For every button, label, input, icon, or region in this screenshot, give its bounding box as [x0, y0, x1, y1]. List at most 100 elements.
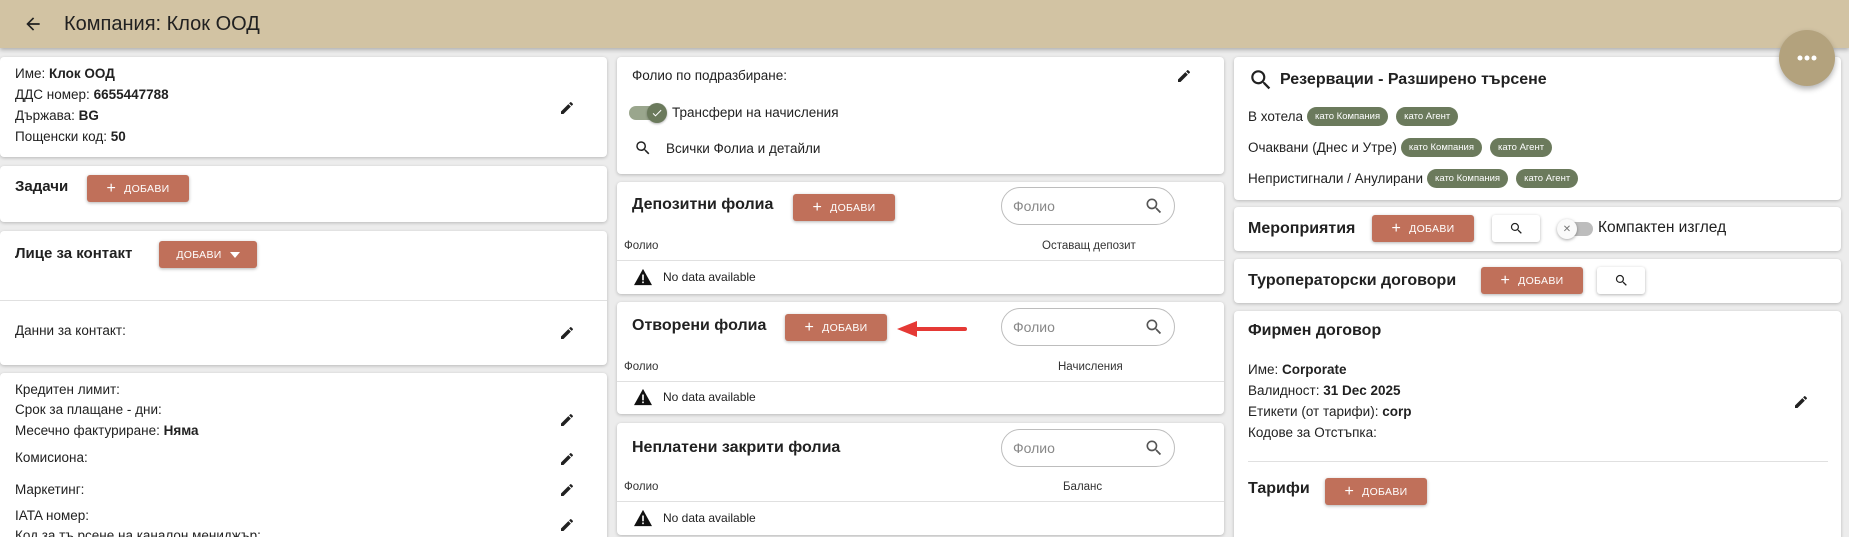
unpaid-folio-search[interactable]: [1001, 429, 1175, 467]
more-actions-button[interactable]: [1779, 30, 1835, 86]
reservations-header: Резервации - Разширено търсене: [1248, 67, 1547, 93]
caret-down-icon: [229, 251, 240, 258]
back-button[interactable]: [18, 9, 48, 39]
as-company-chip[interactable]: като Компания: [1307, 107, 1389, 126]
empty-state: No data available: [633, 509, 756, 527]
contact-data-label: Данни за контакт:: [15, 323, 126, 338]
deposit-folio-search-input[interactable]: [1013, 198, 1133, 214]
column-header-remaining-deposit: Оставащ депозит: [1042, 240, 1136, 252]
search-icon: [1251, 70, 1271, 90]
commission: Комисиона:: [15, 450, 88, 465]
tour-operator-title: Туроператорски договори: [1248, 272, 1457, 289]
corporate-contract-title: Фирмен договор: [1248, 322, 1382, 339]
rates-title: Тарифи: [1248, 480, 1310, 497]
empty-state: No data available: [633, 388, 756, 406]
deposit-folios-title: Депозитни фолиа: [632, 196, 774, 213]
warning-icon: [634, 509, 652, 527]
plus-icon: +: [1391, 219, 1402, 237]
red-arrow-annotation: [897, 321, 967, 337]
contract-validity: Валидност: 31 Dec 2025: [1248, 383, 1401, 398]
company-info-card: Име: Клок ООД ДДС номер: 6655447788 Държ…: [0, 57, 607, 157]
close-icon: ✕: [1557, 219, 1577, 239]
add-task-button[interactable]: + ДОБАВИ: [87, 175, 189, 202]
search-tour-operator-button[interactable]: [1597, 267, 1645, 294]
add-tour-operator-button[interactable]: + ДОБАВИ: [1481, 267, 1583, 294]
transfer-charges-toggle[interactable]: [629, 103, 667, 123]
folio-defaults-card: Фолио по подразбиране: Трансфери на начи…: [617, 57, 1224, 174]
company-country: Държава: BG: [15, 108, 99, 123]
search-icon: [1146, 440, 1162, 456]
iata-number: IATA номер:: [15, 508, 90, 523]
company-postal-code: Пощенски код: 50: [15, 129, 126, 144]
add-contact-dropdown-button[interactable]: ДОБАВИ: [159, 241, 257, 268]
deposit-folios-card: Депозитни фолиа +ДОБАВИ Фолио Оставащ де…: [617, 182, 1224, 294]
payment-term: Срок за плащане - дни:: [15, 402, 162, 417]
edit-company-button[interactable]: [557, 98, 577, 118]
events-title: Мероприятия: [1248, 220, 1356, 237]
divider: [0, 300, 607, 301]
contract-name: Име: Corporate: [1248, 362, 1347, 377]
tour-operator-card: Туроператорски договори + ДОБАВИ: [1234, 259, 1841, 303]
compact-view-toggle[interactable]: ✕: [1557, 219, 1593, 239]
edit-icon: [1178, 69, 1191, 82]
monthly-billing: Месечно фактуриране: Няма: [15, 423, 199, 438]
edit-contract-button[interactable]: [1791, 392, 1811, 412]
plus-icon: +: [106, 179, 117, 197]
arrow-back-icon: [26, 17, 40, 31]
plus-icon: +: [1500, 271, 1511, 289]
as-company-chip[interactable]: като Компания: [1427, 169, 1509, 188]
edit-commission-button[interactable]: [557, 449, 577, 469]
search-icon: [1146, 319, 1162, 335]
tasks-title: Задачи: [15, 178, 69, 195]
default-folio-label: Фолио по подразбиране:: [632, 68, 788, 83]
contract-discount-codes: Кодове за Отстъпка:: [1248, 425, 1377, 440]
edit-icon: [561, 101, 574, 114]
page-title: Компания: Клок ООД: [64, 12, 260, 35]
as-agent-chip[interactable]: като Агент: [1396, 107, 1459, 126]
corporate-contract-card: Фирмен договор Име: Corporate Валидност:…: [1234, 311, 1841, 537]
company-name: Име: Клок ООД: [15, 66, 115, 81]
all-folios-link[interactable]: Всички Фолиа и детайли: [634, 139, 820, 157]
search-icon: [1615, 274, 1627, 286]
search-icon: [1510, 222, 1522, 234]
company-vat: ДДС номер: 6655447788: [15, 87, 169, 102]
app-header: Компания: Клок ООД: [0, 0, 1849, 48]
add-deposit-folio-button[interactable]: + ДОБАВИ: [793, 194, 895, 221]
warning-icon: [634, 388, 652, 406]
search-icon: [636, 141, 650, 155]
as-agent-chip[interactable]: като Агент: [1516, 169, 1579, 188]
finance-card: Кредитен лимит: Срок за плащане - дни: М…: [0, 373, 607, 537]
add-rate-button[interactable]: + ДОБАВИ: [1325, 478, 1427, 505]
deposit-folio-search[interactable]: [1001, 187, 1175, 225]
open-folio-search-input[interactable]: [1013, 319, 1133, 335]
open-folio-search[interactable]: [1001, 308, 1175, 346]
edit-icon: [561, 483, 574, 496]
edit-payment-button[interactable]: [557, 410, 577, 430]
credit-limit: Кредитен лимит:: [15, 382, 120, 397]
unpaid-folios-title: Неплатени закрити фолиа: [632, 439, 841, 456]
channel-manager-code: Код за тъ рсене на каналон мениджър:: [15, 528, 261, 537]
tasks-card: Задачи + ДОБАВИ: [0, 166, 607, 222]
column-header-balance: Баланс: [1063, 481, 1103, 493]
edit-default-folio-button[interactable]: [1174, 66, 1194, 86]
reservation-row-in-hotel: В хотела като Компания като Агент: [1248, 107, 1459, 126]
contract-tags: Етикети (от тарифи): corp: [1248, 404, 1412, 419]
column-header-charges: Начисления: [1058, 361, 1123, 373]
add-open-folio-button[interactable]: + ДОБАВИ: [785, 314, 887, 341]
unpaid-folio-search-input[interactable]: [1013, 440, 1133, 456]
edit-icon: [1795, 395, 1808, 408]
search-icon: [1146, 198, 1162, 214]
edit-marketing-button[interactable]: [557, 480, 577, 500]
edit-icon: [561, 326, 574, 339]
as-agent-chip[interactable]: като Агент: [1489, 138, 1553, 157]
edit-iata-button[interactable]: [557, 515, 577, 535]
reservation-row-expected: Очаквани (Днес и Утре) като Компания кат…: [1248, 138, 1553, 157]
add-event-button[interactable]: + ДОБАВИ: [1372, 215, 1474, 242]
search-events-button[interactable]: [1492, 215, 1540, 242]
plus-icon: +: [812, 198, 823, 216]
as-company-chip[interactable]: като Компания: [1400, 138, 1482, 157]
unpaid-folios-card: Неплатени закрити фолиа Фолио Баланс No …: [617, 423, 1224, 535]
edit-contact-button[interactable]: [557, 323, 577, 343]
edit-icon: [561, 452, 574, 465]
column-header-folio: Фолио: [624, 481, 659, 493]
